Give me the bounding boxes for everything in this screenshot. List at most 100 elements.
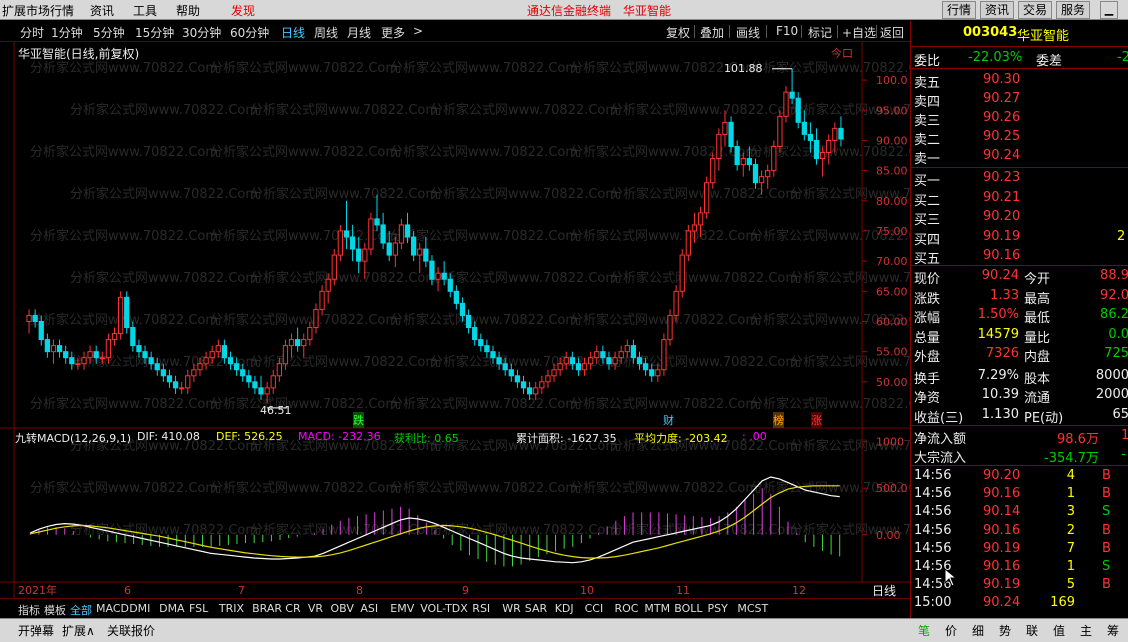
sell-row[interactable]: 卖五 90.30: [911, 71, 1128, 91]
period-weekly[interactable]: 周线: [314, 24, 338, 41]
candle-body: [496, 357, 502, 365]
macd-tick-label: 500.0: [876, 482, 908, 495]
buy-row[interactable]: 买三 90.20: [911, 208, 1128, 228]
tool-f10[interactable]: F10: [776, 24, 798, 38]
indicator-tab[interactable]: ASI: [360, 602, 378, 615]
btn-service[interactable]: 服务: [1056, 1, 1091, 19]
sell-row[interactable]: 卖三 90.26: [911, 109, 1128, 129]
period-30min[interactable]: 30分钟: [182, 24, 221, 41]
stat-value: 86.2: [1100, 307, 1128, 322]
watermark-text: 分析家公式网www.70822.Com: [390, 312, 578, 328]
tool-back[interactable]: 返回: [880, 24, 904, 41]
sell-row[interactable]: 卖一 90.24: [911, 147, 1128, 167]
candle-body: [484, 345, 490, 353]
btn-trade[interactable]: 交易: [1018, 1, 1053, 19]
indicator-tab[interactable]: FSL: [189, 602, 208, 615]
indicator-tab[interactable]: DMI: [129, 602, 150, 615]
period-daily[interactable]: 日线: [281, 24, 305, 41]
candle-body: [490, 351, 496, 359]
tool-overlay[interactable]: 叠加: [700, 24, 724, 41]
tool-add-favorite[interactable]: +自选: [842, 24, 876, 41]
indicator-tab[interactable]: RSI: [472, 602, 490, 615]
indicator-tab[interactable]: EMV: [390, 602, 414, 615]
quote-tab[interactable]: 值: [1053, 622, 1065, 639]
candle-body: [246, 375, 252, 383]
candle-body: [575, 363, 582, 371]
indicator-tab[interactable]: PSY: [708, 602, 728, 615]
quote-tab[interactable]: 笔: [918, 622, 930, 639]
indicator-tab[interactable]: OBV: [331, 602, 354, 615]
buy-label: 买二: [914, 193, 941, 209]
period-1min[interactable]: 1分钟: [51, 24, 83, 41]
quote-tab[interactable]: 价: [945, 622, 957, 639]
indicator-tab[interactable]: 模板: [44, 602, 66, 618]
candle-body: [557, 363, 563, 371]
status-extend[interactable]: 扩展∧: [62, 622, 95, 639]
indicator-tab[interactable]: WR: [502, 602, 521, 615]
indicator-tab[interactable]: 全部: [70, 602, 92, 618]
tool-mark[interactable]: 标记: [808, 24, 832, 41]
indicator-tab[interactable]: ROC: [615, 602, 639, 615]
stat-label: 今开: [1024, 272, 1051, 287]
indicator-tab[interactable]: CR: [285, 602, 300, 615]
indicator-tab[interactable]: DMA: [159, 602, 185, 615]
indicator-tab[interactable]: MCST: [737, 602, 768, 615]
buy-row[interactable]: 买一 90.23: [911, 169, 1128, 189]
quote-tab[interactable]: 主: [1080, 622, 1092, 639]
btn-info[interactable]: 资讯: [980, 1, 1015, 19]
day-label[interactable]: 日线: [872, 582, 896, 599]
menu-news[interactable]: 资讯: [90, 2, 114, 19]
sell-row[interactable]: 卖四 90.27: [911, 90, 1128, 110]
quote-tab[interactable]: 势: [999, 622, 1011, 639]
tool-adjust[interactable]: 复权: [666, 24, 690, 41]
indicator-tab[interactable]: MTM: [644, 602, 670, 615]
watermark-text: 分析家公式网www.70822.Com: [250, 102, 438, 118]
weicha-label: 委差: [1036, 54, 1063, 69]
period-5min[interactable]: 5分钟: [93, 24, 125, 41]
indicator-tab[interactable]: VR: [308, 602, 323, 615]
buy-row[interactable]: 买四 90.19 2: [911, 228, 1128, 248]
buy-row[interactable]: 买五 90.16: [911, 247, 1128, 267]
marker-bang[interactable]: 榜: [773, 412, 784, 428]
buy-label: 买四: [914, 232, 941, 248]
period-monthly[interactable]: 月线: [347, 24, 371, 41]
btn-quote[interactable]: 行情: [942, 1, 977, 19]
period-timeshare[interactable]: 分时: [20, 24, 44, 41]
indicator-tab[interactable]: SAR: [525, 602, 547, 615]
period-more[interactable]: 更多: [381, 24, 405, 41]
candle-body: [453, 290, 460, 304]
minimize-icon[interactable]: ▁: [1100, 1, 1118, 19]
quote-tab[interactable]: 细: [972, 622, 984, 639]
indicator-tab[interactable]: MACD: [96, 602, 129, 615]
indicator-tab[interactable]: CCI: [585, 602, 604, 615]
indicator-tab[interactable]: BRAR: [252, 602, 282, 615]
menu-extended-market[interactable]: 扩展市场行情: [2, 2, 74, 19]
marker-cai[interactable]: 财: [663, 412, 674, 428]
menu-discover[interactable]: 发现: [231, 2, 255, 19]
marker-zhang[interactable]: 涨: [811, 412, 822, 428]
sell-row[interactable]: 卖二 90.25: [911, 128, 1128, 148]
watermark-text: 分析家公式网www.70822.Com: [610, 102, 798, 118]
status-related-quote[interactable]: 关联报价: [107, 622, 155, 639]
buy-row[interactable]: 买二 90.21: [911, 189, 1128, 209]
period-60min[interactable]: 60分钟: [230, 24, 269, 41]
marker-die[interactable]: 跌: [353, 412, 364, 428]
indicator-tab[interactable]: 指标: [18, 602, 40, 618]
stat-label: 涨幅: [914, 311, 941, 326]
indicator-tab[interactable]: KDJ: [555, 602, 574, 615]
kline-chart[interactable]: 分析家公式网www.70822.Com 分析家公式网www.70822.Com 分析…: [0, 42, 910, 598]
status-danmu[interactable]: 开弹幕: [18, 622, 54, 639]
indicator-tab[interactable]: VOL-TDX: [420, 602, 468, 615]
chevron-right-icon[interactable]: >: [413, 24, 423, 38]
menu-help[interactable]: 帮助: [176, 2, 200, 19]
indicator-tab[interactable]: TRIX: [219, 602, 244, 615]
watermark-text: 分析家公式网www.70822.Com: [30, 312, 218, 328]
candle-body: [728, 121, 734, 147]
menu-tools[interactable]: 工具: [133, 2, 157, 19]
period-15min[interactable]: 15分钟: [135, 24, 174, 41]
indicator-name[interactable]: 九转MACD(12,26,9,1): [15, 430, 131, 446]
quote-tab[interactable]: 筹: [1107, 622, 1119, 639]
tool-draw[interactable]: 画线: [736, 24, 760, 41]
indicator-tab[interactable]: BOLL: [674, 602, 702, 615]
quote-tab[interactable]: 联: [1026, 622, 1038, 639]
